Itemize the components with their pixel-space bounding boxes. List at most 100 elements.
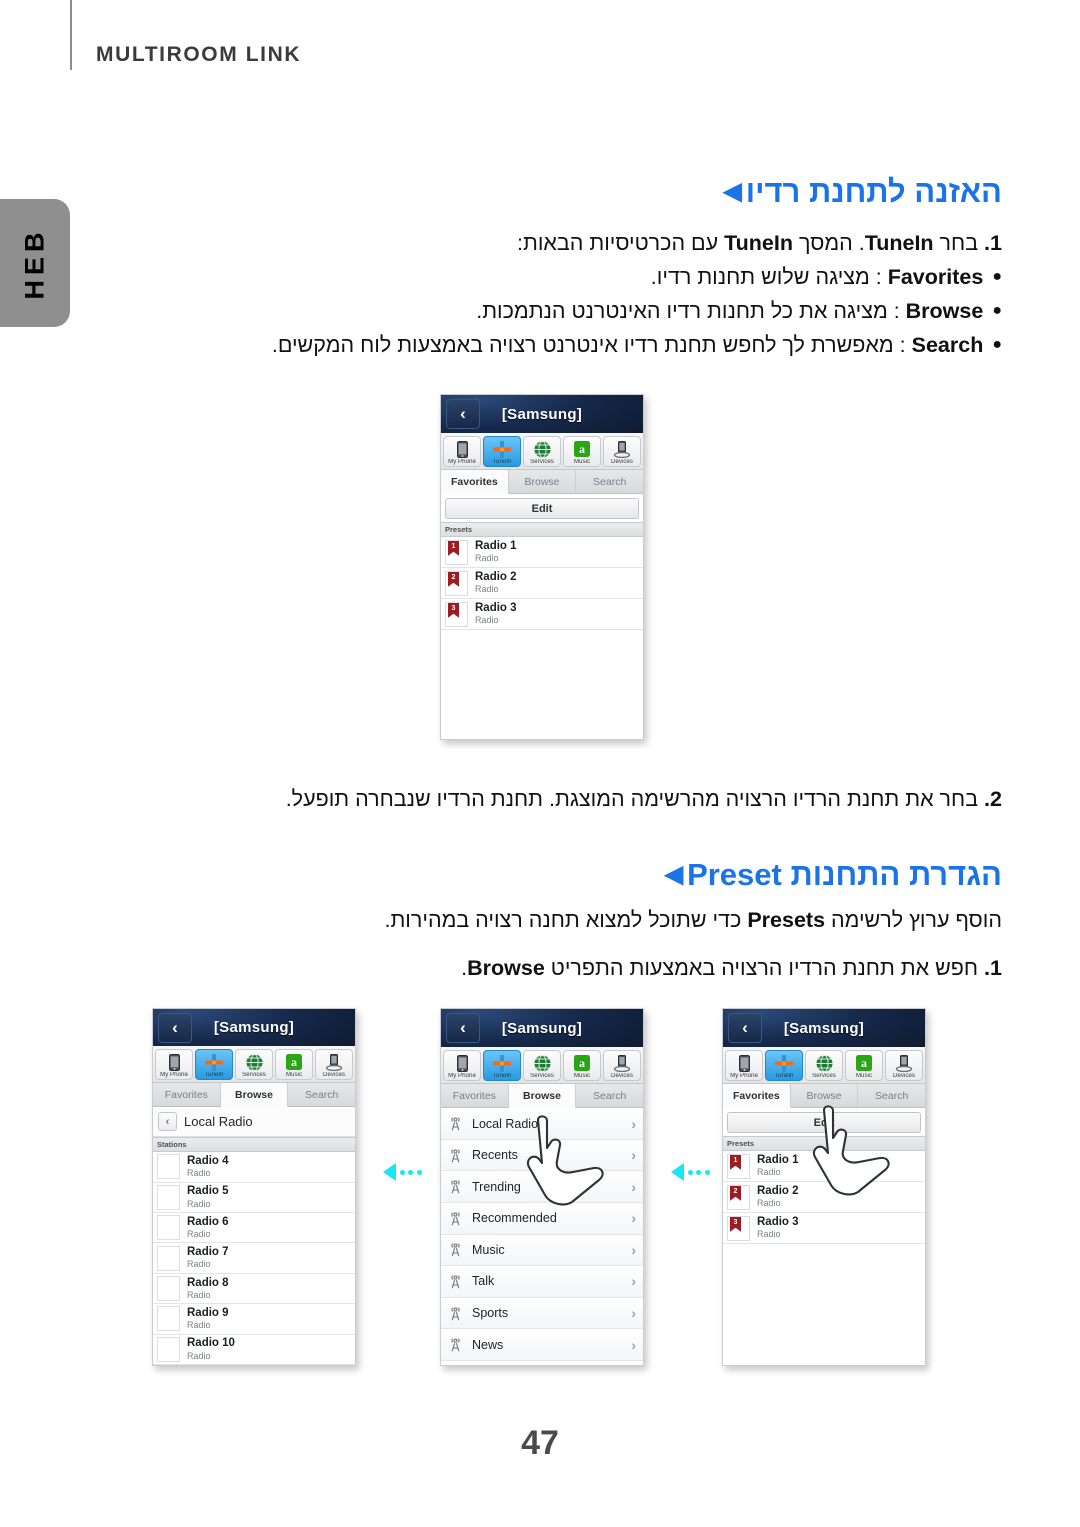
toolbar-item-tunein[interactable]: TuneIn: [765, 1050, 803, 1082]
dock-device-icon: [895, 1054, 913, 1072]
list-item[interactable]: 1 Radio 1 Radio: [441, 537, 643, 569]
app-title-bar: ‹ [Samsung]: [153, 1009, 355, 1047]
list-item[interactable]: 1 Radio 1 Radio: [723, 1151, 925, 1183]
station-subtitle: Radio: [187, 1289, 211, 1300]
tab-favorites[interactable]: Favorites: [153, 1083, 221, 1107]
toolbar-item-devices[interactable]: Devices: [885, 1050, 923, 1082]
tab-search[interactable]: Search: [288, 1083, 355, 1106]
category-name: Trending: [472, 1179, 521, 1194]
station-subtitle: Radio: [187, 1228, 211, 1239]
toolbar-item-music[interactable]: a Music: [845, 1050, 883, 1082]
tab-search[interactable]: Search: [858, 1084, 925, 1107]
globe-icon: [246, 1053, 263, 1071]
preset-lead-a: הוסף ערוץ לרשימה: [825, 908, 1002, 932]
list-item[interactable]: 2 Radio 2 Radio: [723, 1182, 925, 1214]
listen-step-1-text-a: בחר: [933, 231, 979, 255]
preset-lead-bold: Presets: [747, 908, 826, 932]
back-button[interactable]: ‹: [446, 399, 480, 429]
tab-favorites[interactable]: Favorites: [723, 1084, 791, 1109]
tab-browse[interactable]: Browse: [508, 1084, 577, 1109]
back-button[interactable]: ‹: [158, 1013, 192, 1043]
toolbar-label: TuneIn: [492, 459, 512, 465]
toolbar-item-music[interactable]: a Music: [275, 1049, 313, 1081]
list-item[interactable]: Radio 8 Radio: [153, 1273, 355, 1305]
list-item[interactable]: Recommended ›: [441, 1202, 643, 1235]
list-item[interactable]: 2 Radio 2 Radio: [441, 568, 643, 600]
toolbar-item-tunein[interactable]: TuneIn: [483, 1050, 521, 1082]
toolbar-item-my-phone[interactable]: My Phone: [725, 1050, 763, 1082]
station-subtitle: Radio: [187, 1320, 211, 1331]
toolbar-item-my-phone[interactable]: My Phone: [443, 436, 481, 468]
list-item[interactable]: Radio 6 Radio: [153, 1213, 355, 1244]
tab-search[interactable]: Search: [576, 470, 643, 493]
list-item[interactable]: Radio 4 Radio: [153, 1152, 355, 1183]
amazon-music-icon: a: [574, 440, 590, 458]
tab-browse[interactable]: Browse: [791, 1084, 859, 1108]
list-item[interactable]: 3 Radio 3 Radio: [441, 599, 643, 631]
preset-number-badge: 1: [730, 1154, 741, 1170]
station-name: Radio 5: [187, 1185, 229, 1198]
list-item[interactable]: Recents ›: [441, 1139, 643, 1172]
station-thumbnail: [157, 1215, 180, 1241]
list-item[interactable]: Radio 7 Radio: [153, 1243, 355, 1274]
toolbar-label: Services: [530, 1073, 554, 1079]
toolbar-item-tunein[interactable]: TuneIn: [483, 436, 521, 468]
toolbar-item-services[interactable]: Services: [523, 1050, 561, 1082]
phone-screenshot-browse: ‹ [Samsung] My Phone TuneIn Services a M…: [440, 1008, 644, 1366]
list-item[interactable]: News ›: [441, 1329, 643, 1361]
tab-favorites[interactable]: Favorites: [441, 1084, 509, 1108]
flow-arrow-left-1: [383, 1163, 422, 1181]
list-item[interactable]: Radio 10 Radio: [153, 1334, 355, 1365]
edit-button[interactable]: Edit: [445, 498, 639, 520]
tab-browse[interactable]: Browse: [509, 470, 577, 494]
toolbar-item-my-phone[interactable]: My Phone: [443, 1050, 481, 1082]
preset-lead-text: הוסף ערוץ לרשימה Presets כדי שתוכל למצוא…: [384, 905, 1002, 936]
toolbar-item-devices[interactable]: Devices: [603, 436, 641, 468]
list-item[interactable]: Radio 9 Radio: [153, 1304, 355, 1335]
toolbar-item-devices[interactable]: Devices: [603, 1050, 641, 1082]
toolbar-item-services[interactable]: Services: [523, 436, 561, 468]
language-tab-label: HEB: [19, 226, 50, 300]
empty-list-area: [723, 1244, 925, 1365]
breadcrumb-back-button[interactable]: ‹: [158, 1112, 177, 1132]
toolbar-item-services[interactable]: Services: [235, 1049, 273, 1081]
back-button[interactable]: ‹: [446, 1013, 480, 1043]
station-name: Radio 7: [187, 1246, 229, 1259]
list-item[interactable]: 3 Radio 3 Radio: [723, 1213, 925, 1245]
back-button[interactable]: ‹: [728, 1013, 762, 1043]
toolbar-item-devices[interactable]: Devices: [315, 1049, 353, 1081]
app-title: [Samsung]: [783, 1019, 865, 1037]
list-item[interactable]: Sports ›: [441, 1297, 643, 1330]
amazon-music-icon: a: [574, 1054, 590, 1072]
list-item[interactable]: Music ›: [441, 1234, 643, 1267]
language-tab-heb: HEB: [0, 199, 70, 327]
station-name: Radio 3: [757, 1216, 799, 1229]
page-number: 47: [521, 1424, 559, 1462]
svg-text:a: a: [579, 442, 585, 456]
toolbar-item-music[interactable]: a Music: [563, 436, 601, 468]
toolbar-item-music[interactable]: a Music: [563, 1050, 601, 1082]
list-item[interactable]: Radio 5 Radio: [153, 1182, 355, 1214]
tab-browse[interactable]: Browse: [220, 1083, 289, 1108]
toolbar-label: Devices: [322, 1072, 345, 1079]
preset-number-badge: 2: [730, 1185, 741, 1201]
listen-bullet-browse-term: Browse: [905, 299, 984, 323]
toolbar-item-tunein[interactable]: TuneIn: [195, 1049, 233, 1081]
edit-button[interactable]: Edit: [727, 1112, 921, 1134]
list-item[interactable]: Talk ›: [441, 1266, 643, 1298]
globe-icon: [534, 1054, 551, 1072]
tab-search[interactable]: Search: [576, 1084, 643, 1107]
bullet-marker-icon: ●: [992, 336, 1002, 353]
list-item[interactable]: Local Radio ›: [441, 1108, 643, 1140]
preset-step-1-text-a: חפש את תחנת הרדיו הרצויה באמצעות התפריט: [544, 956, 979, 980]
radio-tower-icon: [448, 1337, 463, 1352]
chevron-right-icon: ›: [631, 1210, 636, 1227]
station-thumbnail: 2: [727, 1184, 750, 1210]
toolbar-label: Devices: [892, 1073, 915, 1079]
flow-arrow-dot: [696, 1169, 701, 1175]
toolbar-item-services[interactable]: Services: [805, 1050, 843, 1082]
toolbar-item-my-phone[interactable]: My Phone: [155, 1049, 193, 1081]
toolbar-label: My Phone: [448, 1073, 476, 1079]
tab-favorites[interactable]: Favorites: [441, 470, 509, 495]
list-item[interactable]: Trending ›: [441, 1171, 643, 1203]
